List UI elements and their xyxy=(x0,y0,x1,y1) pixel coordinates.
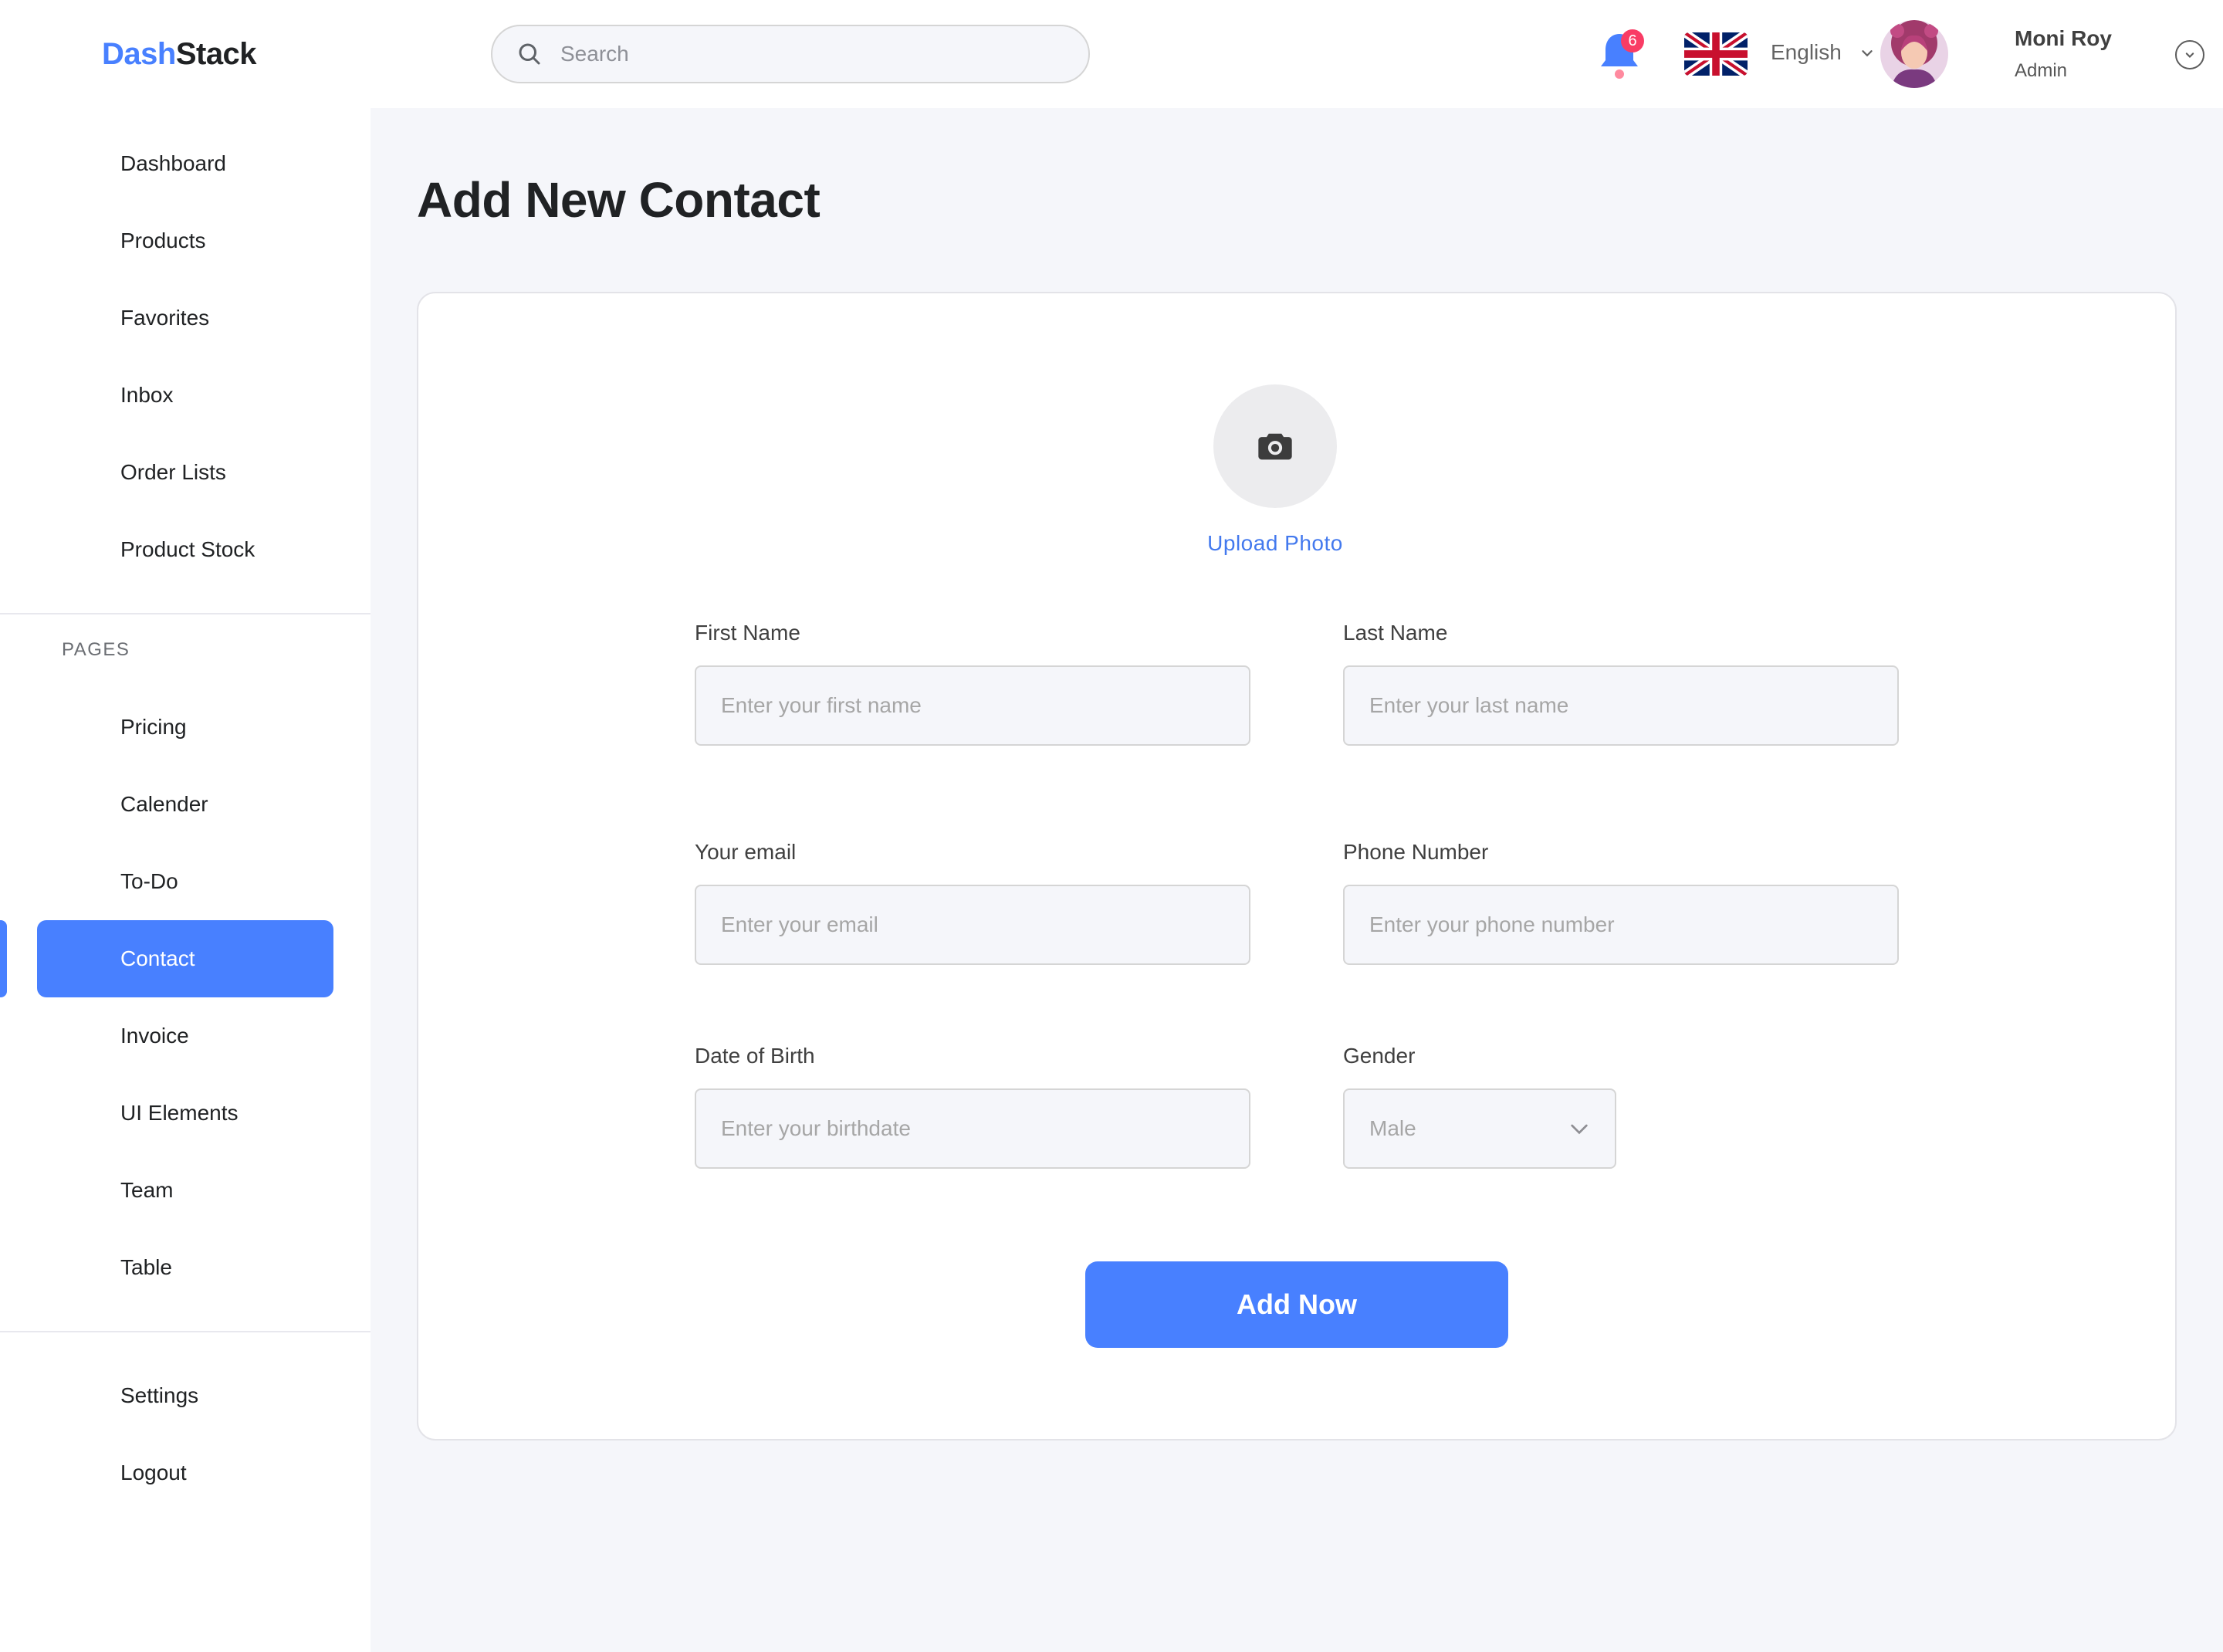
active-indicator xyxy=(0,920,7,997)
sidebar-item-pricing[interactable]: Pricing xyxy=(37,689,333,766)
chevron-down-icon[interactable] xyxy=(1859,45,1876,62)
sidebar-item-product-stock[interactable]: Product Stock xyxy=(37,511,333,588)
first-name-input[interactable] xyxy=(696,667,1249,744)
dob-input[interactable] xyxy=(696,1090,1249,1167)
sidebar-section-label: PAGES xyxy=(62,639,130,660)
sidebar-item-ui-elements[interactable]: UI Elements xyxy=(37,1075,333,1152)
first-name-field xyxy=(695,665,1250,746)
language-label[interactable]: English xyxy=(1771,40,1842,65)
dob-label: Date of Birth xyxy=(695,1044,815,1068)
gender-select[interactable]: Male xyxy=(1343,1088,1616,1169)
avatar[interactable] xyxy=(1880,20,1948,88)
sidebar-item-contact[interactable]: Contact xyxy=(37,920,333,997)
last-name-input[interactable] xyxy=(1345,667,1897,744)
gender-label: Gender xyxy=(1343,1044,1416,1068)
search-icon xyxy=(519,43,540,65)
user-role: Admin xyxy=(2015,60,2068,81)
sidebar-item-products[interactable]: Products xyxy=(37,202,333,279)
phone-field xyxy=(1343,885,1899,965)
sidebar-item-logout[interactable]: Logout xyxy=(37,1434,333,1512)
dob-field xyxy=(695,1088,1250,1169)
chevron-down-icon xyxy=(2185,52,2194,58)
sidebar: DashStack Dashboard Products Favorites I… xyxy=(0,0,370,1652)
user-name: Moni Roy xyxy=(2015,26,2112,50)
last-name-label: Last Name xyxy=(1343,621,1448,645)
sidebar-item-invoice[interactable]: Invoice xyxy=(37,997,333,1075)
sidebar-divider xyxy=(0,613,370,614)
sidebar-item-dashboard[interactable]: Dashboard xyxy=(37,125,333,202)
sidebar-item-table[interactable]: Table xyxy=(37,1229,333,1306)
sidebar-divider-bottom xyxy=(0,1331,370,1332)
sidebar-item-order-lists[interactable]: Order Lists xyxy=(37,434,333,511)
gender-value: Male xyxy=(1369,1116,1416,1140)
page-title: Add New Contact xyxy=(417,172,821,228)
first-name-label: First Name xyxy=(695,621,800,645)
email-input[interactable] xyxy=(696,886,1249,963)
profile-menu-button[interactable] xyxy=(2175,40,2204,69)
email-field xyxy=(695,885,1250,965)
add-now-button[interactable]: Add Now xyxy=(1085,1261,1508,1348)
phone-input[interactable] xyxy=(1345,886,1897,963)
search-bar[interactable] xyxy=(491,25,1090,83)
phone-label: Phone Number xyxy=(1343,840,1489,864)
sidebar-item-calender[interactable]: Calender xyxy=(37,766,333,843)
top-bar: 6 English Moni Roy Admin xyxy=(370,0,2223,108)
chevron-down-icon xyxy=(1571,1124,1588,1135)
uk-flag-icon[interactable] xyxy=(1684,32,1748,76)
logo-part-stack: Stack xyxy=(175,37,257,71)
notification-badge: 6 xyxy=(1621,29,1644,52)
last-name-field xyxy=(1343,665,1899,746)
sidebar-item-favorites[interactable]: Favorites xyxy=(37,279,333,357)
upload-photo-button[interactable] xyxy=(1213,384,1337,508)
upload-photo-link[interactable]: Upload Photo xyxy=(1127,531,1423,556)
sidebar-item-inbox[interactable]: Inbox xyxy=(37,357,333,434)
search-input[interactable] xyxy=(560,42,1054,66)
camera-icon xyxy=(1258,433,1292,460)
logo-part-dash: Dash xyxy=(102,37,176,71)
sidebar-item-team[interactable]: Team xyxy=(37,1152,333,1229)
sidebar-item-settings[interactable]: Settings xyxy=(37,1357,333,1434)
email-label: Your email xyxy=(695,840,797,864)
app-logo[interactable]: DashStack xyxy=(102,37,257,72)
sidebar-item-todo[interactable]: To-Do xyxy=(37,843,333,920)
